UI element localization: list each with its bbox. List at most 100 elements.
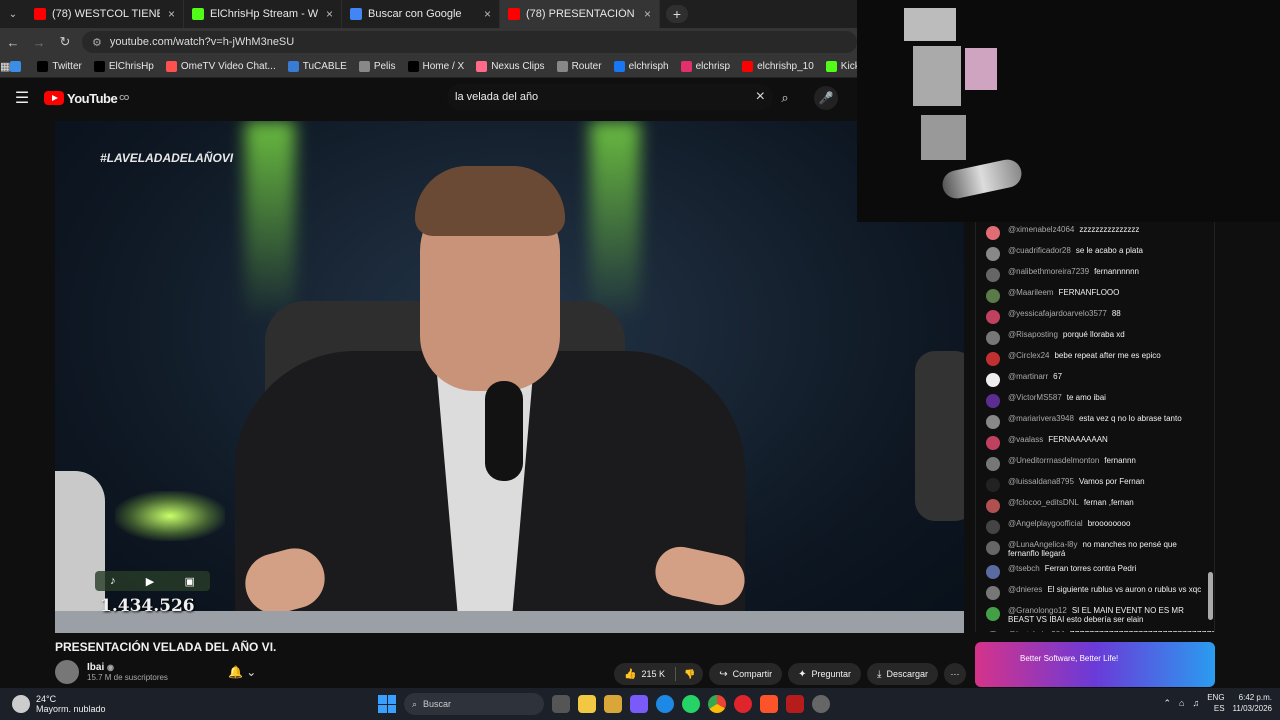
chat-author[interactable]: @martinarr: [1008, 372, 1048, 381]
chat-avatar[interactable]: [986, 415, 1000, 429]
menu-icon[interactable]: ☰: [0, 88, 44, 108]
volume-icon[interactable]: ♫: [1192, 698, 1199, 708]
sponsored-ad[interactable]: Better Software, Better Life!: [975, 642, 1215, 687]
tab-list-chevron-icon[interactable]: ⌄: [0, 9, 26, 20]
chat-author[interactable]: @LunaAngelica-l8y: [1008, 540, 1078, 549]
chat-author[interactable]: @nalibethmoreira7239: [1008, 267, 1089, 276]
chat-avatar[interactable]: [986, 520, 1000, 534]
file-explorer-icon[interactable]: [578, 695, 596, 713]
search-button[interactable]: ⌕: [773, 86, 797, 110]
new-tab-button[interactable]: +: [666, 5, 688, 23]
close-tab-icon[interactable]: ×: [318, 7, 333, 21]
close-tab-icon[interactable]: ×: [160, 7, 175, 21]
bookmark-item[interactable]: Twitter: [37, 61, 82, 72]
chat-author[interactable]: @yessicafajardoarvelo3577: [1008, 309, 1107, 318]
app-icon[interactable]: [786, 695, 804, 713]
task-view-icon[interactable]: [552, 695, 570, 713]
chat-author[interactable]: @tsebch: [1008, 564, 1040, 573]
chat-author[interactable]: @cuadrificador28: [1008, 246, 1071, 255]
chat-avatar[interactable]: [986, 631, 1000, 632]
chat-author[interactable]: @mariarivera3948: [1008, 414, 1074, 423]
bookmark-item[interactable]: elchrishp_10: [742, 61, 814, 72]
chat-avatar[interactable]: [986, 541, 1000, 555]
browser-tab[interactable]: (78) WESTCOL TIENE UNA FUE×: [26, 0, 184, 28]
chat-author[interactable]: @Granolongo12: [1008, 606, 1067, 615]
chat-author[interactable]: @dnieres: [1008, 585, 1042, 594]
chat-author[interactable]: @Angelplaygoofficial: [1008, 519, 1083, 528]
chat-avatar[interactable]: [986, 331, 1000, 345]
chat-avatar[interactable]: [986, 289, 1000, 303]
site-info-icon[interactable]: ⚙: [92, 36, 102, 49]
chat-avatar[interactable]: [986, 607, 1000, 621]
like-button[interactable]: 👍 215 K: [614, 669, 675, 680]
chat-avatar[interactable]: [986, 247, 1000, 261]
apps-grid-icon[interactable]: ▦: [0, 60, 10, 73]
chat-author[interactable]: @fclocoo_editsDNL: [1008, 498, 1079, 507]
opera-icon[interactable]: [734, 695, 752, 713]
bookmark-item[interactable]: OmeTV Video Chat...: [165, 61, 276, 72]
chat-avatar[interactable]: [986, 373, 1000, 387]
clock[interactable]: 6:42 p.m. 11/03/2026: [1233, 692, 1272, 714]
bookmark-item[interactable]: elchrisph: [613, 61, 669, 72]
settings-icon[interactable]: [812, 695, 830, 713]
store-icon[interactable]: [604, 695, 622, 713]
channel-avatar[interactable]: [55, 660, 79, 684]
chat-avatar[interactable]: [986, 565, 1000, 579]
chat-avatar[interactable]: [986, 586, 1000, 600]
back-button[interactable]: ←: [0, 35, 26, 50]
share-button[interactable]: ↪ Compartir: [709, 663, 783, 685]
network-icon[interactable]: ⌂: [1179, 698, 1184, 708]
chat-avatar[interactable]: [986, 499, 1000, 513]
chat-avatar[interactable]: [986, 478, 1000, 492]
url-field[interactable]: ⚙ youtube.com/watch?v=h-jWhM3neSU: [82, 31, 857, 53]
ask-button[interactable]: ✦ Preguntar: [788, 663, 862, 685]
taskbar-search[interactable]: ⌕ Buscar: [404, 693, 544, 715]
chat-author[interactable]: @Uneditorrnasdelmonton: [1008, 456, 1099, 465]
chat-avatar[interactable]: [986, 457, 1000, 471]
clear-search-icon[interactable]: ×: [756, 88, 765, 106]
browser-tab[interactable]: Buscar con Google ×: [342, 0, 500, 28]
chat-avatar[interactable]: [986, 436, 1000, 450]
chat-author[interactable]: @Circlex24: [1008, 351, 1049, 360]
channel-name[interactable]: Ibai ◉: [87, 662, 168, 673]
chat-author[interactable]: @ximenabelz4064: [1008, 225, 1074, 234]
close-tab-icon[interactable]: ×: [476, 7, 491, 21]
bookmark-item[interactable]: ElChrisHp: [93, 61, 154, 72]
download-button[interactable]: ⤓ Descargar: [867, 663, 938, 685]
chat-author[interactable]: @VictorMS587: [1008, 393, 1062, 402]
chat-avatar[interactable]: [986, 226, 1000, 240]
chrome-icon[interactable]: [708, 695, 726, 713]
more-actions-button[interactable]: ⋯: [943, 663, 966, 685]
chat-author[interactable]: @Risaposting: [1008, 330, 1058, 339]
bookmark-item[interactable]: Router: [556, 61, 602, 72]
windows-start-icon[interactable]: [378, 695, 396, 713]
widgets-icon[interactable]: [630, 695, 648, 713]
bookmark-onedrive[interactable]: [10, 61, 25, 72]
video-player[interactable]: #LAVELADADELAÑOVI ♪ ▶ ▣ 1.434.526: [55, 121, 964, 633]
bookmark-item[interactable]: KickBot Dashboard: [825, 61, 857, 72]
close-tab-icon[interactable]: ×: [636, 7, 651, 21]
bookmark-item[interactable]: Pelis: [358, 61, 396, 72]
whatsapp-icon[interactable]: [682, 695, 700, 713]
chat-avatar[interactable]: [986, 352, 1000, 366]
chat-avatar[interactable]: [986, 310, 1000, 324]
language-indicator[interactable]: ENG ES: [1207, 692, 1224, 714]
chat-author[interactable]: @lautylyrics384: [1008, 630, 1065, 632]
bookmark-item[interactable]: TuCABLE: [287, 61, 347, 72]
reload-button[interactable]: ↻: [52, 34, 78, 50]
chat-scrollbar[interactable]: [1208, 572, 1213, 620]
browser-tab[interactable]: (78) PRESENTACIÓN VELAD×: [500, 0, 660, 28]
chat-avatar[interactable]: [986, 394, 1000, 408]
chat-avatar[interactable]: [986, 268, 1000, 282]
bookmark-item[interactable]: elchrisp: [680, 61, 730, 72]
browser-tab[interactable]: ElChrisHp Stream - Watch Live×: [184, 0, 342, 28]
chat-author[interactable]: @Maarileem: [1008, 288, 1053, 297]
edge-icon[interactable]: [656, 695, 674, 713]
voice-search-button[interactable]: 🎤: [814, 86, 838, 110]
forward-button[interactable]: →: [26, 35, 52, 50]
youtube-logo[interactable]: YouTube CO: [44, 91, 129, 106]
dislike-button[interactable]: 👎: [676, 669, 703, 680]
bookmark-item[interactable]: Home / X: [407, 61, 464, 72]
chat-author[interactable]: @vaalass: [1008, 435, 1043, 444]
chevron-up-icon[interactable]: ⌃: [1163, 698, 1171, 709]
